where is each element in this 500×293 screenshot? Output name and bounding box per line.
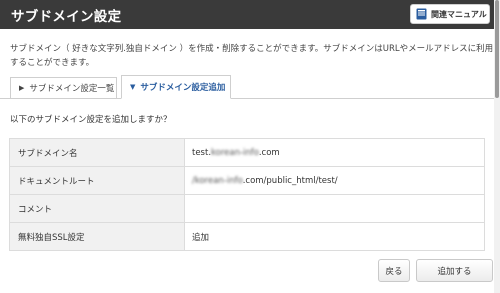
page-description: サブドメイン（ 好きな文字列.独自ドメイン ）を作成・削除することができます。サ… bbox=[10, 44, 494, 68]
blurred-domain: korean-info bbox=[211, 147, 259, 158]
row-label-free-ssl: 無料独自SSL設定 bbox=[9, 222, 185, 251]
related-manual-label: 関連マニュアル bbox=[431, 9, 487, 19]
vertical-scrollbar[interactable] bbox=[494, 0, 500, 293]
scrollbar-thumb[interactable] bbox=[495, 0, 499, 98]
row-label-comment: コメント bbox=[9, 194, 185, 223]
table-row: コメント bbox=[9, 194, 485, 223]
tab-subdomain-list[interactable]: ▶ サブドメイン設定一覧 bbox=[10, 77, 117, 99]
value-suffix: 追加 bbox=[192, 232, 210, 243]
chevron-right-icon: ▶ bbox=[19, 84, 25, 92]
page-header: サブドメイン設定 関連マニュアル bbox=[0, 0, 494, 29]
row-value-free-ssl: 追加 bbox=[184, 222, 485, 251]
value-prefix: test. bbox=[192, 147, 212, 158]
table-row: 無料独自SSL設定 追加 bbox=[9, 222, 485, 251]
blurred-domain: /korean-info bbox=[192, 175, 243, 186]
confirm-table: サブドメイン名 test.korean-info.com ドキュメントルート /… bbox=[9, 138, 485, 251]
related-manual-button[interactable]: 関連マニュアル bbox=[410, 4, 490, 24]
value-suffix: .com bbox=[258, 147, 280, 158]
confirm-question: 以下のサブドメイン設定を追加しますか？ bbox=[10, 115, 172, 125]
tab-subdomain-add[interactable]: ▼ サブドメイン設定追加 bbox=[121, 75, 231, 99]
row-value-comment bbox=[184, 194, 485, 223]
back-button[interactable]: 戻る bbox=[378, 259, 410, 282]
tab-label: サブドメイン設定一覧 bbox=[29, 84, 115, 94]
add-button[interactable]: 追加する bbox=[416, 259, 493, 282]
row-value-document-root: /korean-info.com/public_html/test/ bbox=[184, 166, 485, 195]
chevron-down-icon: ▼ bbox=[130, 83, 136, 91]
table-row: サブドメイン名 test.korean-info.com bbox=[9, 138, 485, 167]
table-row: ドキュメントルート /korean-info.com/public_html/t… bbox=[9, 166, 485, 195]
page-title: サブドメイン設定 bbox=[11, 9, 122, 25]
value-suffix: .com/public_html/test/ bbox=[242, 175, 338, 186]
row-label-document-root: ドキュメントルート bbox=[9, 166, 185, 195]
row-label-subdomain: サブドメイン名 bbox=[9, 138, 185, 167]
row-value-subdomain: test.korean-info.com bbox=[184, 138, 485, 167]
tab-label: サブドメイン設定追加 bbox=[140, 83, 226, 93]
book-icon bbox=[416, 8, 427, 20]
